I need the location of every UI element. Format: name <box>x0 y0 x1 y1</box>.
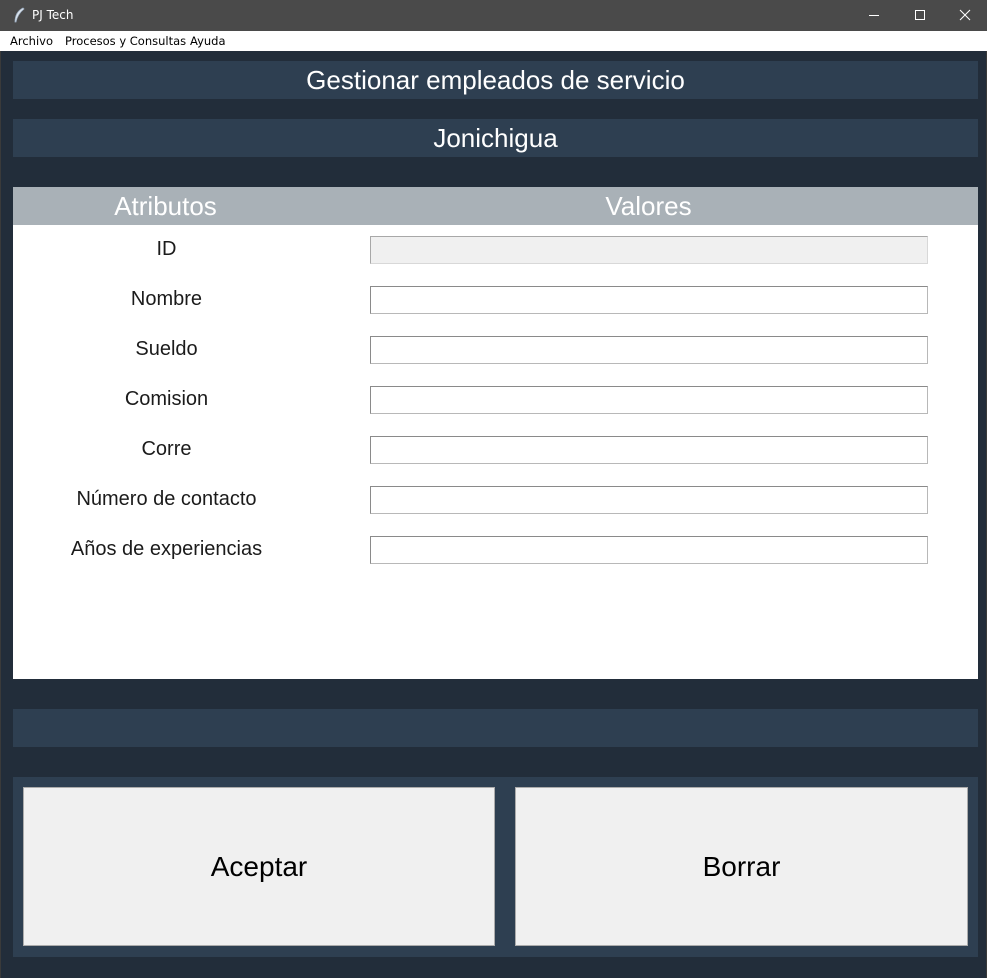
close-icon <box>959 9 971 21</box>
menu-bar: Archivo Procesos y Consultas Ayuda <box>0 31 987 51</box>
label-corre: Corre <box>141 438 192 460</box>
menu-procesos-y-consultas[interactable]: Procesos y Consultas <box>65 34 186 48</box>
values-column-header: Valores <box>605 191 692 221</box>
label-nombre: Nombre <box>130 288 203 310</box>
maximize-button[interactable] <box>897 0 943 31</box>
id-field[interactable] <box>370 236 928 264</box>
attributes-column-header: Atributos <box>114 191 217 221</box>
page-title: Gestionar empleados de servicio <box>13 61 978 99</box>
comision-field[interactable] <box>370 386 928 414</box>
feather-icon <box>12 7 26 23</box>
anos-de-experiencias-field[interactable] <box>370 536 928 564</box>
attributes-form: Atributos Valores ID Nombre Sueldo Comis… <box>13 187 978 679</box>
label-anos-de-experiencias: Años de experiencias <box>70 538 263 560</box>
label-numero-de-contacto: Número de contacto <box>76 488 257 510</box>
maximize-icon <box>915 10 925 20</box>
close-button[interactable] <box>942 0 987 31</box>
window-titlebar[interactable]: PJ Tech <box>0 0 987 31</box>
page-subtitle: Jonichigua <box>13 119 978 157</box>
minimize-icon <box>869 15 879 16</box>
window-title: PJ Tech <box>32 8 74 22</box>
label-comision: Comision <box>124 388 209 410</box>
nombre-field[interactable] <box>370 286 928 314</box>
accept-button[interactable]: Aceptar <box>23 787 495 946</box>
label-id: ID <box>156 238 177 260</box>
form-header: Atributos Valores <box>13 187 978 225</box>
numero-de-contacto-field[interactable] <box>370 486 928 514</box>
status-band <box>13 709 978 747</box>
sueldo-field[interactable] <box>370 336 928 364</box>
clear-button[interactable]: Borrar <box>515 787 968 946</box>
actions-panel: Aceptar Borrar <box>13 777 978 957</box>
corre-field[interactable] <box>370 436 928 464</box>
label-sueldo: Sueldo <box>135 338 198 360</box>
minimize-button[interactable] <box>851 0 897 31</box>
menu-ayuda[interactable]: Ayuda <box>190 34 226 48</box>
menu-archivo[interactable]: Archivo <box>10 34 53 48</box>
